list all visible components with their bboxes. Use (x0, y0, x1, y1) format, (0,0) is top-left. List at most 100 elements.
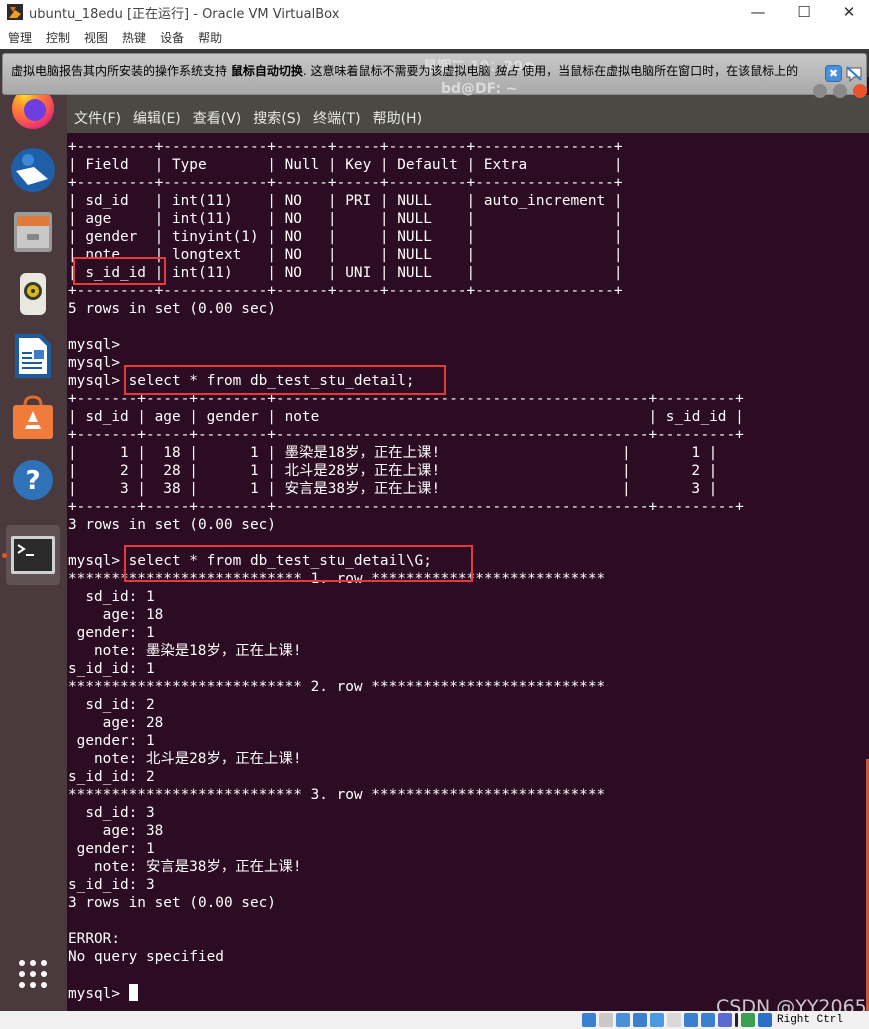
dock-writer[interactable] (6, 329, 60, 383)
terminal-menu-edit[interactable]: 编辑(E) (133, 108, 181, 128)
close-button[interactable]: ✕ (826, 0, 869, 24)
terminal-line: | s_id_id | int(11) | NO | UNI | NULL | … (68, 265, 623, 281)
grid-icon (19, 960, 47, 988)
terminal-line: *************************** 2. row *****… (68, 679, 606, 695)
notification-text: 虚拟电脑报告其内所安装的操作系统支持 鼠标自动切换. 这意味着鼠标不需要为该虚拟… (11, 62, 798, 79)
dock-rhythmbox[interactable] (6, 267, 60, 321)
status-icons: Right Ctrl (582, 1013, 843, 1027)
notification-text-part: 虚拟电脑报告其内所安装的操作系统支持 (11, 64, 231, 78)
host-title-bar: ubuntu_18edu [正在运行] - Oracle VM VirtualB… (0, 0, 869, 24)
show-applications-button[interactable] (6, 947, 60, 1001)
usb-icon[interactable] (650, 1013, 664, 1027)
terminal-line: age: 38 (68, 823, 164, 839)
notification-close-icon[interactable]: ✖ (825, 65, 842, 82)
terminal-line: s_id_id: 3 (68, 877, 155, 893)
ubuntu-dock: ? (0, 77, 67, 1011)
terminal-line: ERROR: (68, 931, 120, 947)
terminal-line: | 3 | 38 | 1 | 安言是38岁，正在上课! | 3 | (68, 481, 718, 497)
terminal-line: 5 rows in set (0.00 sec) (68, 301, 276, 317)
dock-software[interactable] (6, 391, 60, 445)
terminal-line: age: 28 (68, 715, 164, 731)
highlight-select-g-query (124, 545, 473, 582)
terminal-menu-view[interactable]: 查看(V) (193, 108, 242, 128)
terminal-line: | age | int(11) | NO | | NULL | | (68, 211, 623, 227)
virtualbox-app-icon (7, 4, 23, 20)
terminal-icon (11, 536, 55, 574)
terminal-menu-terminal[interactable]: 终端(T) (313, 108, 360, 128)
shared-folders-icon[interactable] (667, 1013, 681, 1027)
terminal-line: | sd_id | int(11) | NO | PRI | NULL | au… (68, 193, 623, 209)
terminal-line: | Field | Type | Null | Key | Default | … (68, 157, 623, 173)
help-icon: ? (13, 460, 53, 500)
terminal-menu-search[interactable]: 搜索(S) (253, 108, 301, 128)
terminal-output[interactable]: +---------+------------+------+-----+---… (67, 133, 869, 1011)
menu-manage[interactable]: 管理 (8, 29, 32, 46)
terminal-line: s_id_id: 1 (68, 661, 155, 677)
terminal-menu-file[interactable]: 文件(F) (74, 108, 121, 128)
ghost-terminal-title: bd@DF: ~ (441, 81, 518, 97)
notification-bold-text: 鼠标自动切换 (230, 64, 303, 78)
network-icon[interactable] (633, 1013, 647, 1027)
terminal-line: No query specified (68, 949, 224, 965)
terminal-line: note: 北斗是28岁，正在上课! (68, 751, 302, 767)
mouse-integration-icon[interactable] (758, 1013, 772, 1027)
terminal-line: 3 rows in set (0.00 sec) (68, 895, 276, 911)
dock-thunderbird[interactable] (6, 143, 60, 197)
capture-icon[interactable] (701, 1013, 715, 1027)
window-title: ubuntu_18edu [正在运行] - Oracle VM VirtualB… (29, 7, 340, 22)
terminal-line: *************************** 3. row *****… (68, 787, 606, 803)
terminal-line: sd_id: 2 (68, 697, 155, 713)
terminal-line: mysql> (68, 337, 120, 353)
terminal-menu-help[interactable]: 帮助(H) (373, 108, 422, 128)
guest-screen[interactable]: ? 文件(F) 编辑(E) 查看(V) 搜索(S) 终端(T) 帮助(H) +-… (0, 49, 869, 1011)
menu-hotkeys[interactable]: 热键 (122, 29, 146, 46)
highlight-select-query (124, 365, 446, 395)
audio-icon[interactable] (616, 1013, 630, 1027)
highlight-s-id-id-field (73, 257, 166, 285)
maximize-button[interactable]: ☐ (781, 0, 827, 24)
cpu-icon[interactable] (741, 1013, 755, 1027)
file-cabinet-icon (14, 212, 52, 252)
svg-text:?: ? (25, 466, 40, 496)
terminal-line: sd_id: 3 (68, 805, 155, 821)
terminal-line: +---------+------------+------+-----+---… (68, 283, 623, 299)
shopping-bag-icon (13, 395, 53, 439)
dock-help[interactable]: ? (6, 453, 60, 507)
menu-view[interactable]: 视图 (84, 29, 108, 46)
running-indicator (2, 553, 7, 558)
text-cursor (128, 984, 138, 1001)
notification-text-part: 使用，当鼠标在虚拟电脑所在窗口时，在该鼠标上的 (518, 64, 799, 78)
dock-files[interactable] (6, 205, 60, 259)
vrde-icon[interactable] (718, 1013, 732, 1027)
terminal-line: sd_id: 1 (68, 589, 155, 605)
terminal-close-button[interactable] (853, 84, 867, 98)
document-writer-icon (15, 334, 51, 378)
terminal-maximize-button[interactable] (833, 84, 847, 98)
terminal-line: | 1 | 18 | 1 | 墨染是18岁，正在上课! | 1 | (68, 445, 718, 461)
host-status-bar: Right Ctrl (0, 1011, 869, 1029)
terminal-line: | sd_id | age | gender | note | s_id_id … (68, 409, 744, 425)
terminal-line: +---------+------------+------+-----+---… (68, 139, 623, 155)
terminal-line: | 2 | 28 | 1 | 北斗是28岁，正在上课! | 2 | (68, 463, 718, 479)
mouse-integration-notification: 星期二 10：20● bd@DF: ~ 虚拟电脑报告其内所安装的操作系统支持 鼠… (2, 53, 867, 98)
hard-disk-icon[interactable] (582, 1013, 596, 1027)
optical-drive-icon[interactable] (599, 1013, 613, 1027)
notification-text-part: . 这意味着鼠标不需要为该虚拟电脑 (302, 64, 495, 78)
thunderbird-icon (11, 148, 55, 192)
display-icon[interactable] (684, 1013, 698, 1027)
menu-control[interactable]: 控制 (46, 29, 70, 46)
notification-italic-text: 独占 (494, 64, 519, 78)
terminal-line: +-------+-----+--------+----------------… (68, 499, 744, 515)
terminal-minimize-button[interactable] (813, 84, 827, 98)
menu-devices[interactable]: 设备 (160, 29, 184, 46)
notification-mute-icon[interactable] (845, 65, 863, 82)
menu-help[interactable]: 帮助 (198, 29, 222, 46)
terminal-line: 3 rows in set (0.00 sec) (68, 517, 276, 533)
terminal-line: +---------+------------+------+-----+---… (68, 175, 623, 191)
dock-terminal[interactable] (6, 525, 60, 585)
recording-icon[interactable] (735, 1013, 738, 1027)
minimize-button[interactable]: — (735, 0, 781, 24)
